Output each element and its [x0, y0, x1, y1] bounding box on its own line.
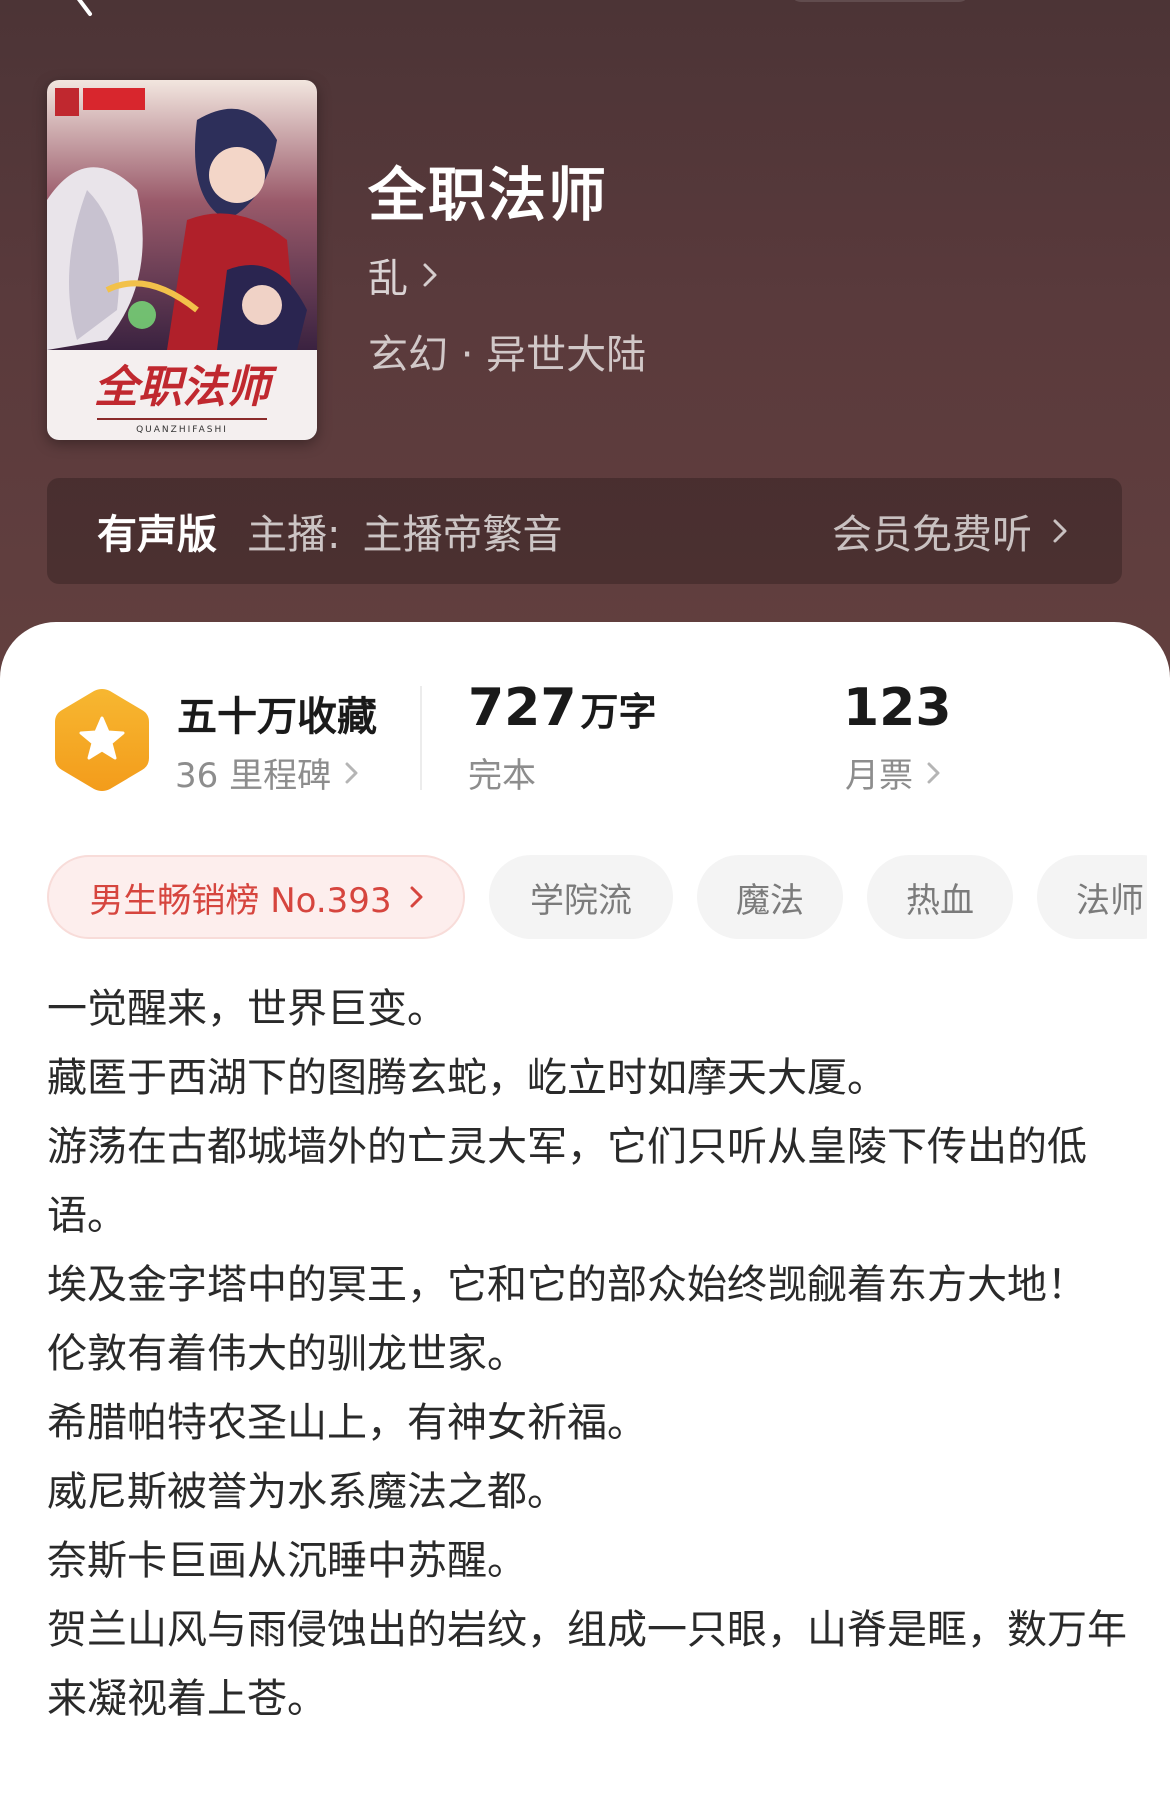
favorites-count: 五十万收藏 — [177, 694, 377, 740]
book-cover[interactable]: 全职法师 QUANZHIFASHI — [47, 80, 317, 440]
monthly-votes-link[interactable]: 月票 — [845, 748, 940, 797]
tag-chip[interactable]: 热血 — [867, 855, 1013, 939]
chevron-right-icon — [927, 762, 940, 783]
milestones-link[interactable]: 36 里程碑 — [175, 748, 358, 797]
tags-row: 男生畅销榜 No.393 学院流 魔法 热血 法师 — [47, 854, 1147, 940]
monthly-votes-label: 月票 — [845, 756, 913, 796]
stat-divider — [420, 686, 422, 790]
synopsis-line: 威尼斯被誉为水系魔法之都。 — [47, 1469, 567, 1515]
back-icon[interactable] — [64, 0, 104, 18]
word-count-unit: 万字 — [580, 690, 657, 734]
tag-chip[interactable]: 学院流 — [489, 855, 673, 939]
synopsis-line: 希腊帕特农圣山上，有神女祈福。 — [47, 1400, 647, 1446]
bestseller-rank-chip[interactable]: 男生畅销榜 No.393 — [47, 855, 465, 939]
star-hexagon-icon — [55, 689, 149, 791]
synopsis-line: 一觉醒来，世界巨变。 — [47, 986, 447, 1032]
word-count: 727 万字 — [468, 678, 657, 738]
book-cover-art: 全职法师 QUANZHIFASHI — [47, 80, 317, 440]
svg-text:QUANZHIFASHI: QUANZHIFASHI — [136, 425, 228, 435]
audio-version-bar[interactable]: 有声版 主播: 主播帝繁音 会员免费听 — [47, 478, 1122, 584]
host-name: 主播帝繁音 — [362, 512, 563, 558]
author-link[interactable]: 乱 — [368, 246, 438, 304]
milestones-label: 36 里程碑 — [175, 756, 332, 796]
top-pill — [790, 0, 970, 2]
synopsis-line: 贺兰山风与雨侵蚀出的岩纹，组成一只眼，山脊是眶，数万年来凝视着上苍。 — [47, 1607, 1127, 1722]
synopsis-line: 伦敦有着伟大的驯龙世家。 — [47, 1331, 527, 1377]
word-count-number: 727 — [468, 678, 577, 738]
synopsis-line: 奈斯卡巨画从沉睡中苏醒。 — [47, 1538, 527, 1584]
rank-label: 男生畅销榜 No.393 — [89, 880, 392, 921]
book-title: 全职法师 — [368, 161, 609, 229]
monthly-votes-count: 123 — [843, 678, 952, 738]
completion-status: 完本 — [468, 756, 536, 796]
synopsis-line: 游荡在古都城墙外的亡灵大军，它们只听从皇陵下传出的低语。 — [47, 1124, 1087, 1239]
synopsis: 一觉醒来，世界巨变。 藏匿于西湖下的图腾玄蛇，屹立时如摩天大厦。 游荡在古都城墙… — [47, 975, 1127, 1734]
genre-label: 玄幻 · 异世大陆 — [368, 332, 647, 378]
chevron-right-icon — [410, 886, 423, 908]
chevron-right-icon — [423, 263, 437, 287]
synopsis-line: 藏匿于西湖下的图腾玄蛇，屹立时如摩天大厦。 — [47, 1055, 887, 1101]
audio-tag: 有声版 — [97, 512, 217, 558]
chevron-right-icon — [1053, 519, 1067, 543]
member-free-listen: 会员免费听 — [832, 512, 1032, 558]
tag-chip[interactable]: 法师 — [1037, 855, 1147, 939]
chevron-right-icon — [345, 762, 358, 783]
tag-chip[interactable]: 魔法 — [697, 855, 843, 939]
host-label: 主播: — [247, 512, 341, 558]
author-name: 乱 — [368, 256, 408, 302]
synopsis-line: 埃及金字塔中的冥王，它和它的部众始终觊觎着东方大地！ — [47, 1262, 1087, 1308]
cover-title-logo: 全职法师 — [94, 362, 278, 413]
